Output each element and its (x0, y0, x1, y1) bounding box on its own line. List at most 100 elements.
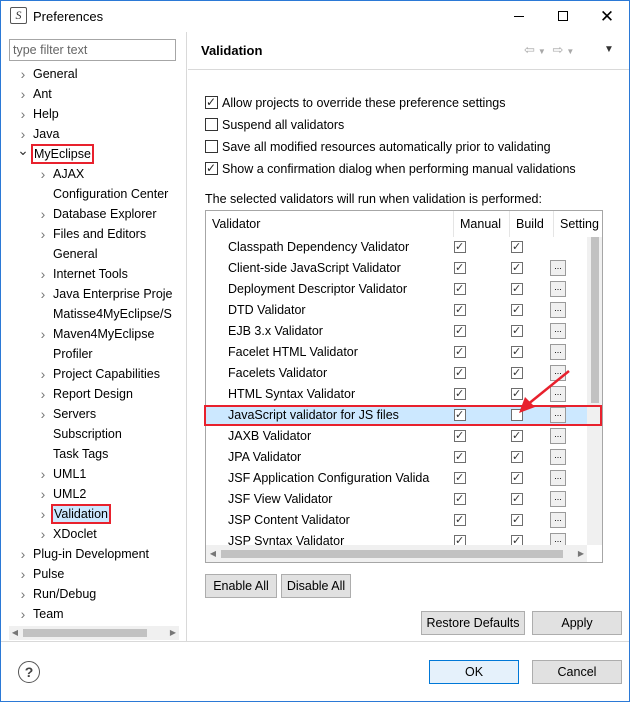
tree-item-project-capabilities[interactable]: › Project Capabilities (41, 364, 162, 384)
manual-checkbox[interactable] (454, 489, 466, 510)
table-vertical-scrollbar[interactable] (587, 237, 602, 545)
manual-checkbox[interactable] (454, 447, 466, 468)
manual-checkbox[interactable] (454, 321, 466, 342)
table-row[interactable]: JSP Content Validator... (206, 510, 602, 531)
manual-checkbox[interactable] (454, 510, 466, 531)
manual-checkbox[interactable] (454, 258, 466, 279)
disable-all-button[interactable]: Disable All (281, 574, 351, 598)
collapse-arrow-icon[interactable]: › (37, 484, 49, 504)
tree-item-subscription[interactable]: Subscription (51, 424, 124, 444)
settings-button[interactable]: ... (550, 512, 566, 528)
collapse-arrow-icon[interactable]: › (37, 204, 49, 224)
settings-button[interactable]: ... (550, 428, 566, 444)
restore-defaults-button[interactable]: Restore Defaults (421, 611, 525, 635)
collapse-arrow-icon[interactable]: › (37, 384, 49, 404)
tree-item-run-debug[interactable]: › Run/Debug (21, 584, 98, 604)
build-checkbox[interactable] (511, 321, 523, 342)
build-checkbox[interactable] (511, 447, 523, 468)
settings-button[interactable]: ... (550, 323, 566, 339)
scroll-thumb[interactable] (23, 629, 147, 637)
build-checkbox[interactable] (511, 363, 523, 384)
tree-item-uml2[interactable]: › UML2 (41, 484, 88, 504)
build-checkbox[interactable] (511, 510, 523, 531)
manual-checkbox[interactable] (454, 384, 466, 405)
settings-button[interactable]: ... (550, 491, 566, 507)
ok-button[interactable]: OK (429, 660, 519, 684)
table-row[interactable]: Facelets Validator... (206, 363, 602, 384)
tree-item-servers[interactable]: › Servers (41, 404, 98, 424)
close-button[interactable]: ✕ (585, 1, 629, 32)
tree-item-general[interactable]: General (51, 244, 99, 264)
settings-button[interactable]: ... (550, 260, 566, 276)
manual-checkbox[interactable] (454, 342, 466, 363)
table-row[interactable]: HTML Syntax Validator... (206, 384, 602, 405)
collapse-arrow-icon[interactable]: › (37, 404, 49, 424)
table-row[interactable]: Facelet HTML Validator... (206, 342, 602, 363)
apply-button[interactable]: Apply (532, 611, 622, 635)
view-menu-icon[interactable]: ▼ (604, 44, 614, 55)
table-row[interactable]: DTD Validator... (206, 300, 602, 321)
manual-checkbox[interactable] (454, 426, 466, 447)
tree-item-report-design[interactable]: › Report Design (41, 384, 135, 404)
tree-item-plug-in-development[interactable]: › Plug-in Development (21, 544, 151, 564)
collapse-arrow-icon[interactable]: › (37, 524, 49, 544)
option-row[interactable]: Suspend all validators (205, 116, 344, 134)
settings-button[interactable]: ... (550, 281, 566, 297)
table-row[interactable]: Client-side JavaScript Validator... (206, 258, 602, 279)
table-row[interactable]: JSF Application Configuration Valida... (206, 468, 602, 489)
scroll-right-icon[interactable]: ▶ (575, 545, 587, 562)
settings-button[interactable]: ... (550, 302, 566, 318)
build-checkbox[interactable] (511, 384, 523, 405)
scroll-right-icon[interactable]: ▶ (167, 626, 179, 640)
expand-arrow-icon[interactable]: ⌄ (17, 140, 29, 160)
option-checkbox[interactable] (205, 118, 218, 131)
collapse-arrow-icon[interactable]: › (37, 264, 49, 284)
collapse-arrow-icon[interactable]: › (37, 224, 49, 244)
tree-item-pulse[interactable]: › Pulse (21, 564, 66, 584)
tree-item-general[interactable]: › General (21, 64, 79, 84)
manual-checkbox[interactable] (454, 363, 466, 384)
collapse-arrow-icon[interactable]: › (17, 604, 29, 624)
tree-item-validation[interactable]: › Validation (41, 504, 111, 524)
table-row[interactable]: JSF View Validator... (206, 489, 602, 510)
tree-item-internet-tools[interactable]: › Internet Tools (41, 264, 130, 284)
scroll-left-icon[interactable]: ◀ (9, 626, 21, 640)
scroll-left-icon[interactable]: ◀ (207, 545, 219, 562)
column-header-manual[interactable]: Manual (454, 211, 510, 237)
table-horizontal-scrollbar[interactable]: ◀ ▶ (206, 545, 587, 562)
settings-button[interactable]: ... (550, 470, 566, 486)
tree-item-ajax[interactable]: › AJAX (41, 164, 86, 184)
minimize-button[interactable] (497, 1, 541, 32)
tree-item-files-and-editors[interactable]: › Files and Editors (41, 224, 148, 244)
tree-item-profiler[interactable]: Profiler (51, 344, 95, 364)
table-row[interactable]: JAXB Validator... (206, 426, 602, 447)
collapse-arrow-icon[interactable]: › (17, 544, 29, 564)
back-arrow-icon[interactable]: ⇦ (524, 42, 535, 57)
tree-item-java[interactable]: › Java (21, 124, 61, 144)
tree-item-help[interactable]: › Help (21, 104, 61, 124)
collapse-arrow-icon[interactable]: › (17, 564, 29, 584)
build-checkbox[interactable] (511, 489, 523, 510)
tree-item-configuration-center[interactable]: Configuration Center (51, 184, 170, 204)
tree-item-maven4myeclipse[interactable]: › Maven4MyEclipse (41, 324, 156, 344)
tree-item-matisse4myeclipse-s[interactable]: Matisse4MyEclipse/S (51, 304, 174, 324)
manual-checkbox[interactable] (454, 300, 466, 321)
option-row[interactable]: Allow projects to override these prefere… (205, 93, 505, 112)
collapse-arrow-icon[interactable]: › (37, 164, 49, 184)
tree-item-task-tags[interactable]: Task Tags (51, 444, 110, 464)
build-checkbox[interactable] (511, 237, 523, 258)
collapse-arrow-icon[interactable]: › (37, 504, 49, 524)
option-checkbox[interactable] (205, 159, 218, 177)
table-row[interactable]: Classpath Dependency Validator (206, 237, 602, 258)
collapse-arrow-icon[interactable]: › (37, 284, 49, 304)
option-checkbox[interactable] (205, 93, 218, 111)
option-row[interactable]: Save all modified resources automaticall… (205, 138, 551, 156)
build-checkbox[interactable] (511, 258, 523, 279)
tree-item-java-enterprise-proje[interactable]: › Java Enterprise Proje (41, 284, 175, 304)
tree-item-xdoclet[interactable]: › XDoclet (41, 524, 99, 544)
column-header-build[interactable]: Build (510, 211, 554, 237)
option-checkbox[interactable] (205, 140, 218, 153)
forward-arrow-icon[interactable]: ⇨ (552, 42, 563, 57)
column-header-validator[interactable]: Validator (206, 211, 454, 237)
build-checkbox[interactable] (511, 426, 523, 447)
